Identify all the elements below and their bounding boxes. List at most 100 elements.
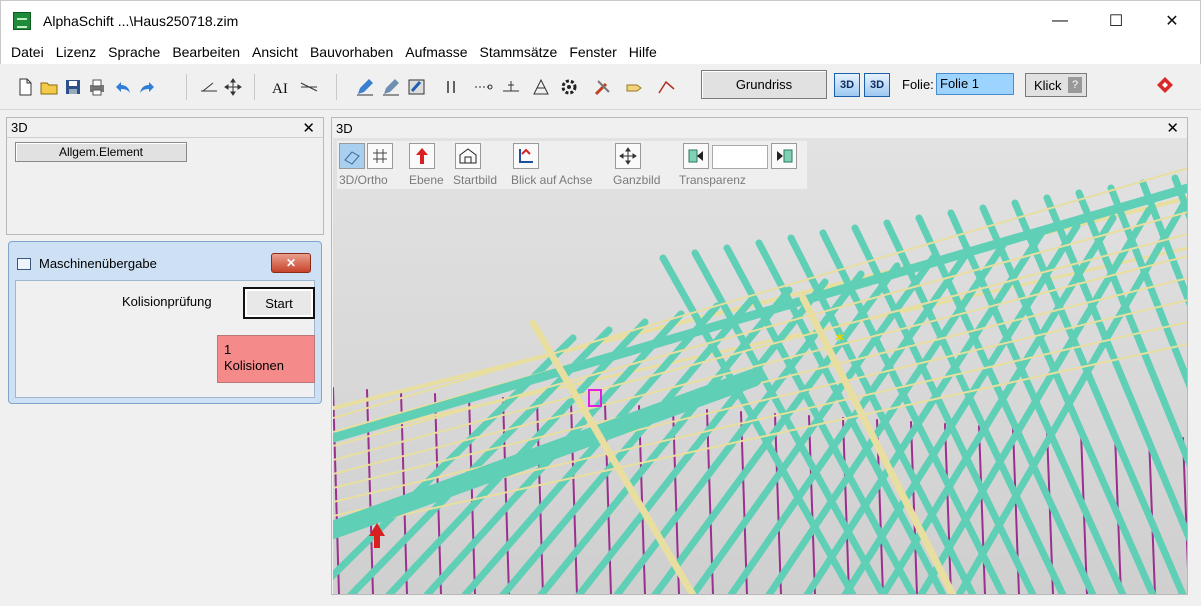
transparency-increase-icon[interactable] [771, 143, 797, 169]
text-tool-icon[interactable]: AI [270, 76, 292, 98]
transparency-decrease-icon[interactable] [683, 143, 709, 169]
menu-ansicht[interactable]: Ansicht [246, 44, 304, 60]
axis-view-icon[interactable] [513, 143, 539, 169]
parallel-icon[interactable] [440, 76, 462, 98]
left-pane-close-icon[interactable]: ✕ [302, 119, 315, 137]
menu-fenster[interactable]: Fenster [563, 44, 622, 60]
wall-stud [468, 395, 476, 594]
open-folder-icon[interactable] [38, 76, 60, 98]
toolbar-separator [186, 74, 187, 100]
window-controls: — ☐ ✕ [1032, 1, 1200, 41]
folie-input[interactable]: Folie 1 [936, 73, 1014, 95]
window-icon [17, 257, 31, 270]
redo-icon[interactable] [136, 76, 158, 98]
roof-structure-rendering: ✶ [333, 167, 1187, 594]
fit-all-arrows-icon[interactable] [615, 143, 641, 169]
diamond-icon[interactable] [1152, 74, 1178, 96]
minimize-button[interactable]: — [1032, 1, 1088, 41]
ganzbild-label: Ganzbild [613, 173, 661, 187]
grundriss-button[interactable]: Grundriss [701, 70, 827, 99]
kolision-result-box: 1 Kolisionen [217, 335, 315, 383]
toolbar: AI [0, 64, 1201, 110]
svg-text:AI: AI [272, 81, 288, 97]
title-bar: AlphaSchift ...\Haus250718.zim — ☐ ✕ [0, 0, 1201, 40]
new-file-icon[interactable] [14, 76, 36, 98]
print-icon[interactable] [86, 76, 108, 98]
folie-label: Folie: [902, 77, 934, 92]
pencil-icon[interactable] [354, 76, 376, 98]
menu-sprache[interactable]: Sprache [102, 44, 166, 60]
view-3d-header: 3D ✕ [332, 118, 1187, 138]
menu-lizenz[interactable]: Lizenz [50, 44, 102, 60]
view-toolbar: 3D/Ortho Ebene Startbild Blick auf Achse… [337, 141, 807, 189]
view-3d-window: 3D ✕ ✶ 3D/Ortho Ebene Startbild Blick au… [331, 117, 1188, 595]
toolbar-separator [336, 74, 337, 100]
left-pane-header: 3D ✕ [7, 118, 323, 138]
perpendicular-icon[interactable] [500, 76, 522, 98]
dotted-line-icon[interactable] [472, 76, 494, 98]
save-icon[interactable] [62, 76, 84, 98]
transparenz-label: Transparenz [679, 173, 746, 187]
menu-aufmasse[interactable]: Aufmasse [399, 44, 473, 60]
gear-icon[interactable] [558, 76, 580, 98]
toolbar-separator [254, 74, 255, 100]
wall-stud [978, 425, 986, 594]
menu-hilfe[interactable]: Hilfe [623, 44, 663, 60]
klick-button[interactable]: Klick ? [1025, 73, 1087, 97]
view-3d-button[interactable]: 3D [834, 73, 860, 97]
start-button[interactable]: Start [243, 287, 315, 319]
maschinenuebergabe-dialog: Maschinenübergabe ✕ Kolisionprüfung Star… [8, 241, 322, 404]
left-3d-pane: 3D ✕ Allgem.Element [6, 117, 324, 235]
kolision-label: Kolisionen [224, 358, 284, 373]
view-3d-alt-button[interactable]: 3D [864, 73, 890, 97]
dialog-close-button[interactable]: ✕ [271, 253, 311, 273]
star-marker: ✶ [833, 330, 846, 347]
help-icon: ? [1068, 77, 1082, 93]
window-title: AlphaSchift ...\Haus250718.zim [43, 12, 239, 29]
roof-line-icon[interactable] [656, 76, 678, 98]
ortho-label: 3D/Ortho [339, 173, 388, 187]
dialog-body: Kolisionprüfung Start 1 Kolisionen [15, 280, 315, 398]
kolision-count: 1 [224, 342, 232, 357]
ortho-view-button[interactable] [339, 143, 365, 169]
wall-stud [502, 397, 510, 594]
dialog-title-bar: Maschinenübergabe [17, 256, 157, 271]
blick-auf-achse-label: Blick auf Achse [511, 173, 593, 187]
dimension-icon[interactable] [298, 76, 320, 98]
grid-icon[interactable] [367, 143, 393, 169]
maximize-button[interactable]: ☐ [1088, 1, 1144, 41]
menu-stammsaetze[interactable]: Stammsätze [474, 44, 564, 60]
move-arrows-icon[interactable] [222, 76, 244, 98]
measure-angle-icon[interactable] [198, 76, 220, 98]
pencil-edit-icon[interactable] [380, 76, 402, 98]
wall-stud [842, 417, 850, 594]
app-icon [13, 11, 31, 30]
menu-datei[interactable]: Datei [5, 44, 50, 60]
hand-pointer-icon[interactable] [624, 76, 646, 98]
menu-bearbeiten[interactable]: Bearbeiten [166, 44, 246, 60]
view-3d-title: 3D [336, 120, 353, 136]
wall-stud [333, 387, 340, 594]
allgem-element-button[interactable]: Allgem.Element [15, 142, 187, 162]
kolisionpruefung-label: Kolisionprüfung [122, 294, 212, 309]
home-icon[interactable] [455, 143, 481, 169]
view-3d-close-icon[interactable]: ✕ [1166, 119, 1179, 137]
tools-icon[interactable] [592, 76, 614, 98]
3d-scene-canvas[interactable]: ✶ [333, 138, 1187, 594]
wall-stud [808, 415, 816, 594]
startbild-label: Startbild [453, 173, 498, 187]
undo-icon[interactable] [112, 76, 134, 98]
menu-bauvorhaben[interactable]: Bauvorhaben [304, 44, 399, 60]
edit-frame-icon[interactable] [406, 76, 428, 98]
structure-icon[interactable] [530, 76, 552, 98]
menu-bar: Datei Lizenz Sprache Bearbeiten Ansicht … [0, 40, 1201, 64]
ebene-up-arrow-icon[interactable] [409, 143, 435, 169]
ebene-label: Ebene [409, 173, 444, 187]
wall-stud [774, 413, 782, 594]
klick-label: Klick [1034, 77, 1062, 93]
left-pane-title: 3D [11, 120, 28, 135]
dialog-title: Maschinenübergabe [39, 256, 157, 271]
wall-stud [944, 423, 952, 594]
close-button[interactable]: ✕ [1144, 1, 1200, 41]
transparency-input[interactable] [712, 145, 768, 169]
